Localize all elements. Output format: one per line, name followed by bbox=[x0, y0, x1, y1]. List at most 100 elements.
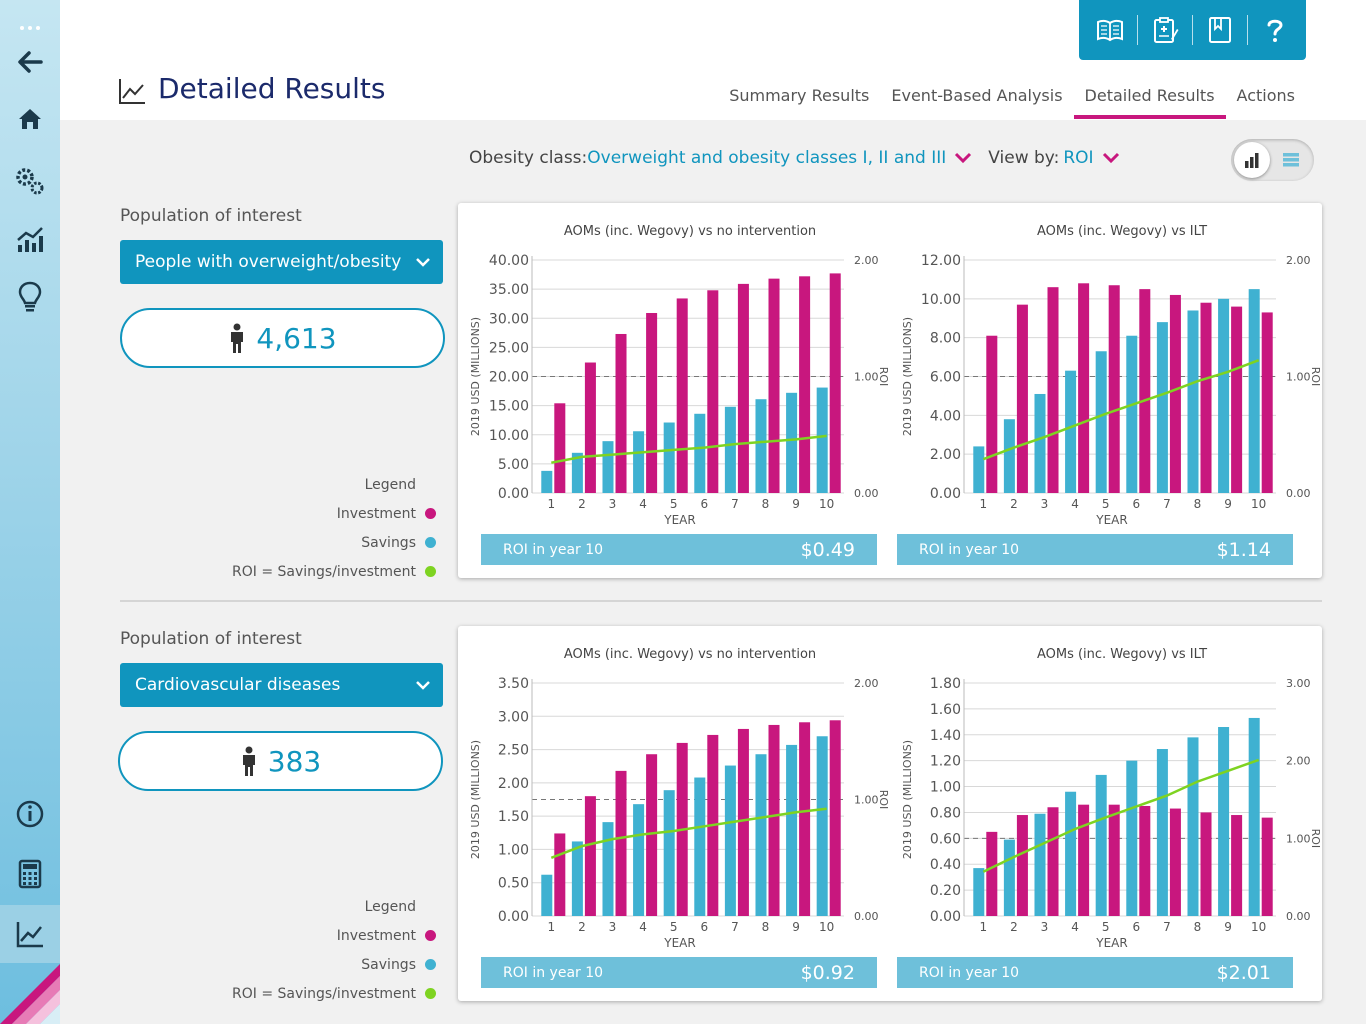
chart-1: AOMs (inc. Wegovy) vs no intervention 0.0… bbox=[458, 203, 888, 578]
view-by-select[interactable]: ROI bbox=[1063, 148, 1093, 168]
bar-investment bbox=[676, 298, 688, 493]
home-icon[interactable] bbox=[0, 91, 60, 147]
population-select[interactable]: People with overweight/obesity bbox=[120, 240, 443, 284]
lightbulb-icon[interactable] bbox=[0, 268, 60, 324]
population-select[interactable]: Cardiovascular diseases bbox=[120, 663, 443, 707]
population-select-value: People with overweight/obesity bbox=[135, 252, 402, 272]
help-icon[interactable] bbox=[1257, 12, 1293, 48]
chart-svg: AOMs (inc. Wegovy) vs ILT 0.00 0.20 0.40 0.6… bbox=[901, 647, 1320, 950]
y-tick-label: 2.00 bbox=[498, 776, 529, 792]
bar-investment bbox=[1261, 817, 1273, 916]
bar-savings bbox=[755, 399, 767, 493]
x-tick-label: 4 bbox=[639, 920, 647, 934]
line-chart-icon bbox=[119, 79, 145, 104]
bar-investment bbox=[1016, 815, 1028, 916]
bar-investment bbox=[1078, 804, 1090, 916]
x-tick-label: 10 bbox=[819, 497, 834, 511]
bar-savings bbox=[973, 868, 985, 916]
legend-item-roi: ROI = Savings/investment bbox=[120, 557, 436, 586]
bar-investment bbox=[1139, 805, 1151, 916]
bar-investment bbox=[554, 833, 566, 916]
bar-investment bbox=[829, 273, 841, 493]
tab-detailed-results[interactable]: Detailed Results bbox=[1073, 86, 1226, 119]
info-icon[interactable] bbox=[0, 786, 60, 842]
charts-card: AOMs (inc. Wegovy) vs no intervention 0.0… bbox=[458, 203, 1322, 578]
chart-up-icon[interactable] bbox=[0, 212, 60, 268]
filter-bar: Obesity class: Overweight and obesity cl… bbox=[469, 148, 1136, 168]
y-axis-label: 2019 USD (MILLIONS) bbox=[469, 740, 482, 859]
bookmark-icon[interactable] bbox=[1202, 12, 1238, 48]
chart-svg: AOMs (inc. Wegovy) vs no intervention 0.0… bbox=[469, 647, 888, 950]
roi-summary-label: ROI in year 10 bbox=[919, 541, 1020, 558]
bar-savings bbox=[1248, 717, 1260, 916]
x-tick-label: 2 bbox=[578, 497, 586, 511]
x-tick-label: 5 bbox=[1102, 920, 1110, 934]
x-axis-label: YEAR bbox=[1095, 513, 1127, 527]
bar-savings bbox=[816, 736, 828, 916]
bar-savings bbox=[1218, 298, 1230, 493]
bar-investment bbox=[707, 290, 719, 493]
view-toggle[interactable] bbox=[1231, 139, 1314, 181]
legend-title: Legend bbox=[364, 898, 416, 915]
y-tick-label: 0.60 bbox=[930, 831, 961, 847]
chart-2: AOMs (inc. Wegovy) vs ILT 0.00 2.00 4.00 6.0… bbox=[890, 203, 1320, 578]
x-tick-label: 6 bbox=[1132, 920, 1140, 934]
chevron-down-icon[interactable] bbox=[954, 152, 972, 164]
book-icon[interactable] bbox=[1092, 12, 1128, 48]
section-overweight: Population of interest People with overw… bbox=[120, 203, 1322, 583]
back-arrow-icon[interactable] bbox=[0, 34, 60, 90]
results-chart-icon[interactable] bbox=[0, 905, 60, 963]
bar-savings bbox=[1187, 737, 1199, 916]
obesity-class-select[interactable]: Overweight and obesity classes I, II and… bbox=[587, 148, 946, 168]
sidebar bbox=[0, 0, 60, 1024]
chart-view-option[interactable] bbox=[1234, 142, 1270, 178]
x-tick-label: 8 bbox=[1194, 497, 1202, 511]
bar-investment bbox=[799, 276, 811, 493]
bar-investment bbox=[1200, 812, 1212, 916]
table-view-icon[interactable] bbox=[1282, 151, 1300, 169]
bar-investment bbox=[1169, 808, 1181, 916]
tab-summary-results[interactable]: Summary Results bbox=[718, 86, 880, 119]
bar-investment bbox=[615, 770, 627, 916]
clipboard-icon[interactable] bbox=[1147, 12, 1183, 48]
x-tick-label: 7 bbox=[1163, 497, 1171, 511]
y2-tick-label: 1.00 bbox=[1286, 832, 1311, 845]
legend-item-roi: ROI = Savings/investment bbox=[120, 979, 436, 1008]
y2-tick-label: 1.00 bbox=[1286, 371, 1311, 384]
bar-savings bbox=[1187, 310, 1199, 493]
x-tick-label: 2 bbox=[1010, 497, 1018, 511]
legend-item-investment: Investment bbox=[120, 921, 436, 950]
y2-axis-label: ROI bbox=[877, 367, 888, 387]
roi-summary-label: ROI in year 10 bbox=[503, 964, 604, 981]
population-count-value: 4,613 bbox=[256, 321, 337, 355]
y-tick-label: 1.20 bbox=[930, 754, 961, 770]
x-tick-label: 8 bbox=[1194, 920, 1202, 934]
x-tick-label: 1 bbox=[979, 920, 987, 934]
roi-summary-value: $0.92 bbox=[800, 961, 855, 984]
x-tick-label: 1 bbox=[547, 920, 555, 934]
person-icon bbox=[242, 746, 255, 776]
y-tick-label: 3.00 bbox=[498, 709, 529, 725]
tab-event-based-analysis[interactable]: Event-Based Analysis bbox=[880, 86, 1073, 119]
settings-icon[interactable] bbox=[0, 152, 60, 208]
x-tick-label: 6 bbox=[1132, 497, 1140, 511]
bar-savings bbox=[1248, 289, 1260, 493]
y2-tick-label: 0.00 bbox=[854, 910, 879, 923]
x-tick-label: 8 bbox=[762, 920, 770, 934]
calculator-icon[interactable] bbox=[0, 846, 60, 902]
y-tick-label: 2.50 bbox=[498, 743, 529, 759]
population-select-value: Cardiovascular diseases bbox=[135, 675, 341, 695]
x-tick-label: 5 bbox=[670, 920, 678, 934]
chart-title: AOMs (inc. Wegovy) vs ILT bbox=[1037, 647, 1207, 662]
population-count-value: 383 bbox=[267, 744, 322, 778]
x-tick-label: 10 bbox=[1251, 497, 1266, 511]
x-tick-label: 9 bbox=[1224, 920, 1232, 934]
y-tick-label: 30.00 bbox=[489, 311, 529, 327]
x-axis-label: YEAR bbox=[1095, 936, 1127, 950]
chevron-down-icon[interactable] bbox=[1102, 152, 1120, 164]
charts-card: AOMs (inc. Wegovy) vs no intervention 0.0… bbox=[458, 626, 1322, 1001]
person-icon bbox=[231, 323, 244, 353]
bar-investment bbox=[1200, 302, 1212, 493]
tab-actions[interactable]: Actions bbox=[1226, 86, 1306, 119]
chevron-down-icon bbox=[416, 681, 430, 690]
